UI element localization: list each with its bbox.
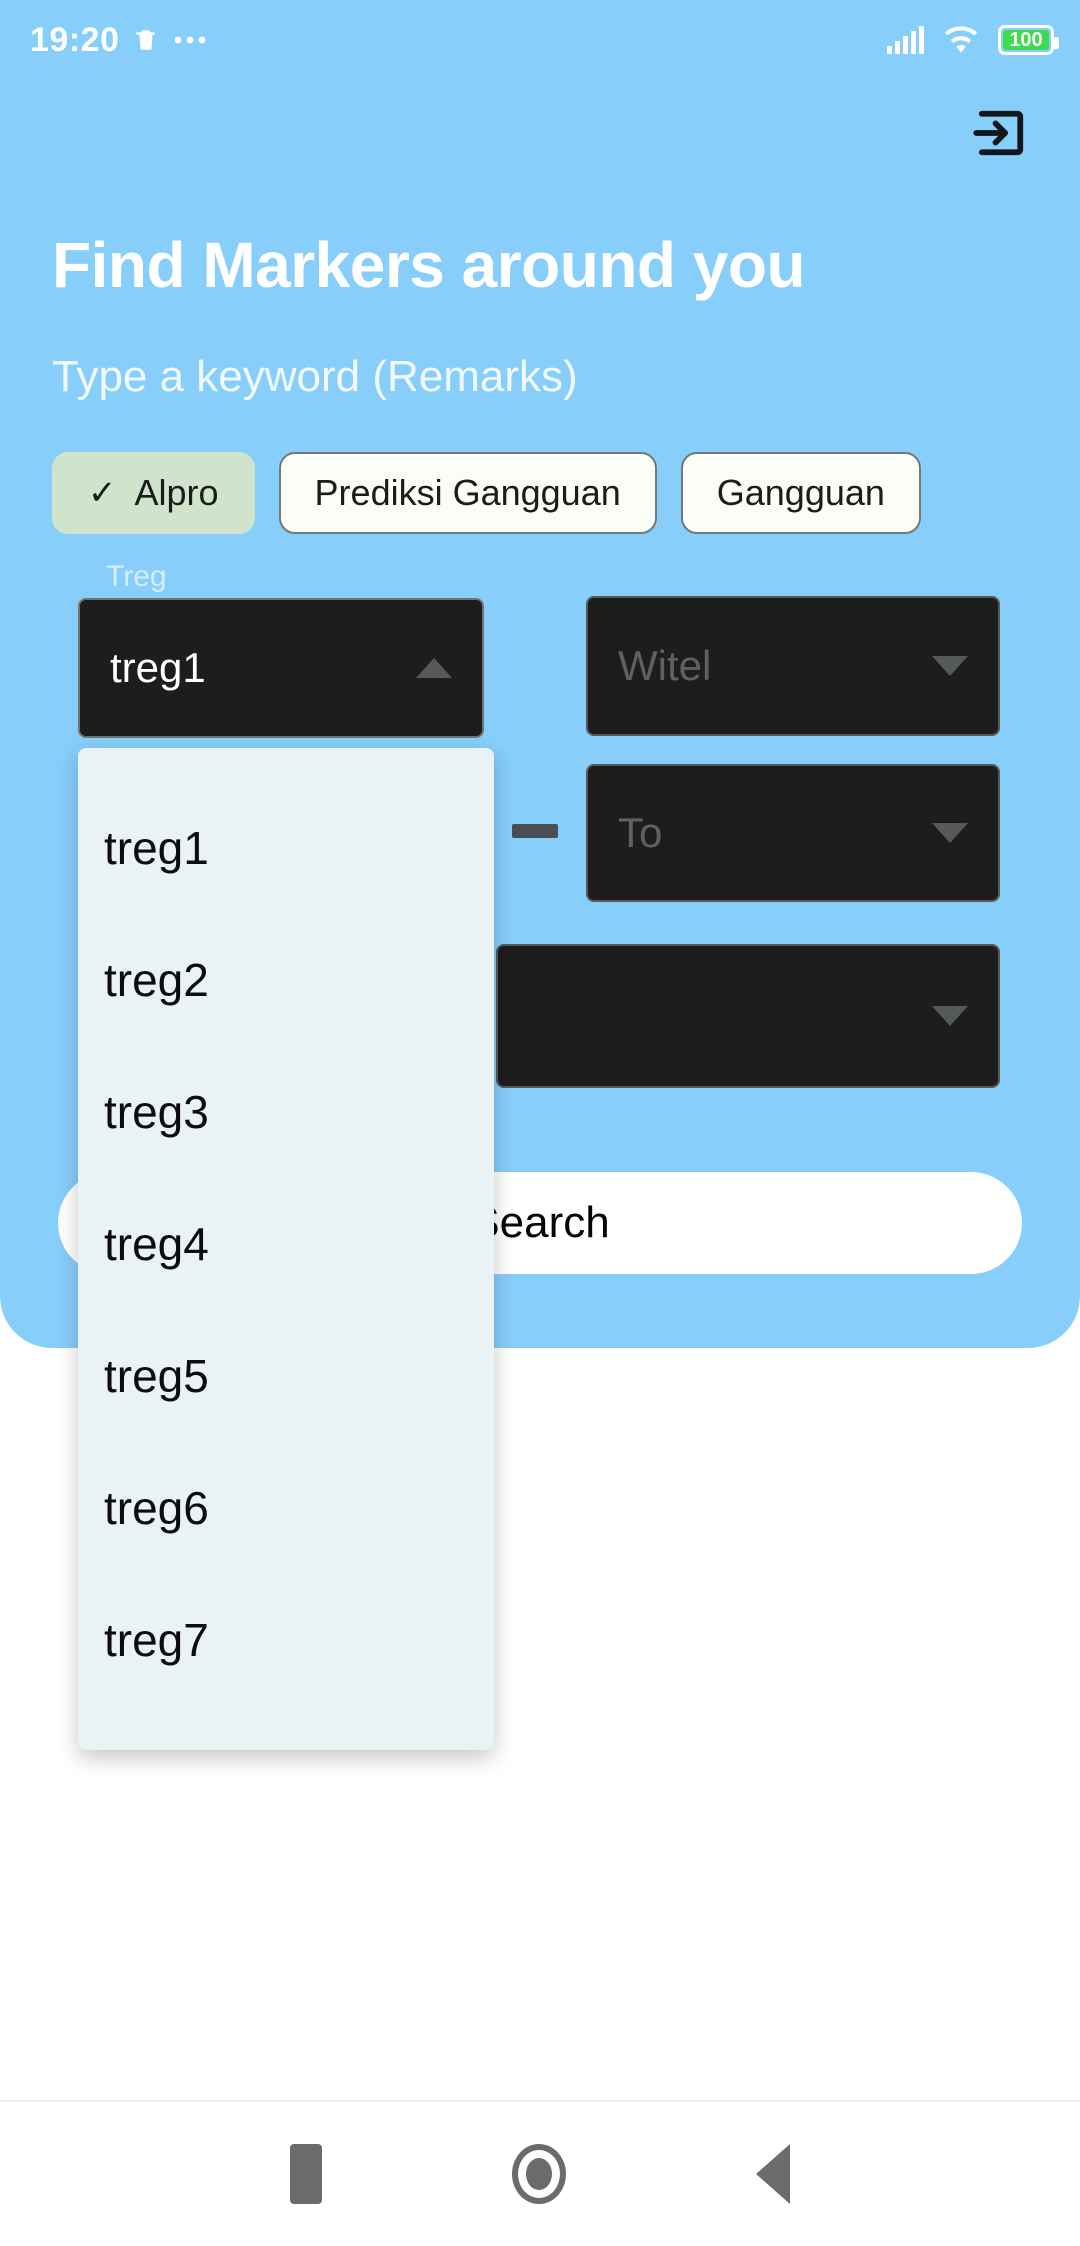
signal-bars-icon xyxy=(887,26,924,54)
clock: 19:20 xyxy=(30,20,120,59)
menu-item-label: treg3 xyxy=(104,1086,209,1138)
chevron-down-icon xyxy=(932,1006,968,1026)
chip-prediksi-gangguan[interactable]: Prediksi Gangguan xyxy=(278,452,657,534)
chip-label: Prediksi Gangguan xyxy=(314,472,621,513)
treg-selected-value: treg1 xyxy=(110,644,206,691)
list-item[interactable]: treg6 xyxy=(78,1442,494,1574)
chip-alpro[interactable]: ✓ Alpro xyxy=(52,452,255,534)
chevron-up-icon xyxy=(416,658,452,678)
list-item[interactable]: treg3 xyxy=(78,1046,494,1178)
chip-gangguan[interactable]: Gangguan xyxy=(680,452,921,534)
wifi-icon xyxy=(942,25,980,55)
status-bar-left: 19:20 xyxy=(30,21,207,60)
login-arrow-icon[interactable] xyxy=(968,100,1034,166)
check-icon: ✓ xyxy=(88,474,117,512)
battery-level: 100 xyxy=(1009,28,1043,51)
list-item[interactable]: treg1 xyxy=(78,782,494,914)
android-navigation-bar xyxy=(0,2100,1080,2246)
list-item[interactable]: treg7 xyxy=(78,1574,494,1706)
more-dots-icon xyxy=(173,34,207,46)
chevron-down-icon xyxy=(932,823,968,843)
to-dropdown[interactable]: To xyxy=(586,764,1000,902)
trash-icon xyxy=(133,25,159,55)
square-recents-icon[interactable] xyxy=(290,2144,322,2204)
list-item[interactable]: treg4 xyxy=(78,1178,494,1310)
status-bar-right: 100 xyxy=(887,25,1059,55)
treg-field-label: Treg xyxy=(106,560,167,593)
menu-item-label: treg4 xyxy=(104,1218,209,1270)
extra-dropdown[interactable] xyxy=(496,944,1000,1088)
list-item[interactable]: treg2 xyxy=(78,914,494,1046)
filter-chip-row: ✓ Alpro Prediksi Gangguan Gangguan xyxy=(52,452,1080,534)
chip-label: Alpro xyxy=(134,472,219,513)
chevron-down-icon xyxy=(932,656,968,676)
to-placeholder: To xyxy=(618,809,663,856)
list-item[interactable]: treg5 xyxy=(78,1310,494,1442)
menu-item-label: treg7 xyxy=(104,1614,209,1666)
battery-icon: 100 xyxy=(998,25,1059,55)
page-subtitle: Type a keyword (Remarks) xyxy=(52,352,578,401)
circle-home-icon[interactable] xyxy=(512,2144,566,2204)
treg-dropdown-menu[interactable]: treg1 treg2 treg3 treg4 treg5 treg6 treg… xyxy=(78,748,494,1750)
range-separator-dash xyxy=(512,824,558,838)
witel-placeholder: Witel xyxy=(618,642,712,689)
chip-label: Gangguan xyxy=(716,472,885,513)
treg-dropdown[interactable]: treg1 xyxy=(78,598,484,738)
menu-item-label: treg1 xyxy=(104,822,209,874)
status-bar: 19:20 100 xyxy=(0,0,1080,80)
menu-item-label: treg2 xyxy=(104,954,209,1006)
witel-dropdown[interactable]: Witel xyxy=(586,596,1000,736)
menu-item-label: treg6 xyxy=(104,1482,209,1534)
triangle-back-icon[interactable] xyxy=(756,2144,790,2204)
menu-item-label: treg5 xyxy=(104,1350,209,1402)
page-title: Find Markers around you xyxy=(52,229,806,301)
